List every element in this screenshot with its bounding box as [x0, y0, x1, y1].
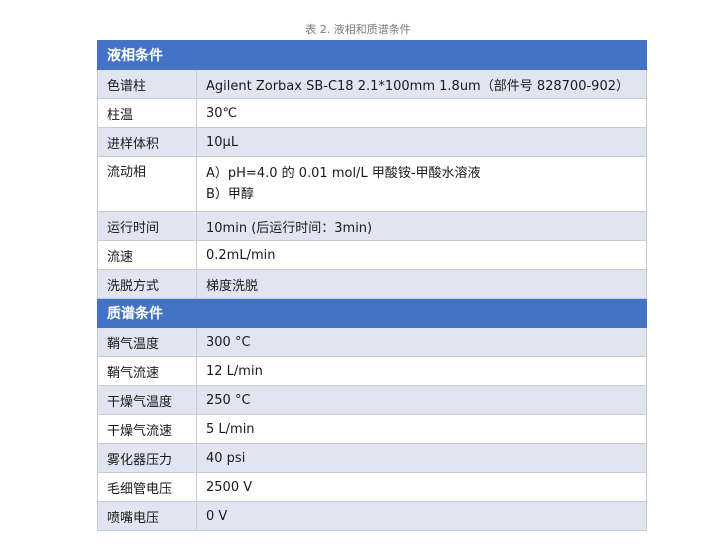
param-value: 0.2mL/min: [196, 240, 647, 270]
param-value: 0 V: [196, 501, 647, 531]
param-value: 250 °C: [196, 385, 647, 415]
section-label: 液相条件: [97, 40, 197, 70]
table-row: 干燥气温度 250 °C: [97, 385, 647, 415]
param-label: 流速: [97, 240, 197, 270]
table-row: 进样体积 10μL: [97, 127, 647, 157]
param-label: 运行时间: [97, 211, 197, 241]
table-row: 鞘气温度 300 °C: [97, 327, 647, 357]
section-label: 质谱条件: [97, 298, 197, 328]
param-value: 2500 V: [196, 472, 647, 502]
table-row: 流速 0.2mL/min: [97, 240, 647, 270]
param-value: 梯度洗脱: [196, 269, 647, 299]
conditions-table: 液相条件 色谱柱 Agilent Zorbax SB-C18 2.1*100mm…: [97, 40, 647, 531]
ms-section-header: 质谱条件: [97, 298, 647, 328]
param-value: 10min (后运行时间：3min): [196, 211, 647, 241]
param-label: 干燥气温度: [97, 385, 197, 415]
table-row: 柱温 30℃: [97, 98, 647, 128]
table-row: 色谱柱 Agilent Zorbax SB-C18 2.1*100mm 1.8u…: [97, 69, 647, 99]
param-label: 毛细管电压: [97, 472, 197, 502]
param-label: 柱温: [97, 98, 197, 128]
param-value: 10μL: [196, 127, 647, 157]
table-row: 流动相 A）pH=4.0 的 0.01 mol/L 甲酸铵-甲酸水溶液 B）甲醇: [97, 156, 647, 212]
param-value: 12 L/min: [196, 356, 647, 386]
section-value: [196, 40, 647, 70]
section-value: [196, 298, 647, 328]
param-label: 色谱柱: [97, 69, 197, 99]
param-value: A）pH=4.0 的 0.01 mol/L 甲酸铵-甲酸水溶液 B）甲醇: [196, 156, 647, 212]
table-row: 雾化器压力 40 psi: [97, 443, 647, 473]
mobile-phase-a: A）pH=4.0 的 0.01 mol/L 甲酸铵-甲酸水溶液: [206, 166, 481, 181]
param-value: Agilent Zorbax SB-C18 2.1*100mm 1.8um（部件…: [196, 69, 647, 99]
param-label: 喷嘴电压: [97, 501, 197, 531]
table-row: 运行时间 10min (后运行时间：3min): [97, 211, 647, 241]
param-value: 300 °C: [196, 327, 647, 357]
table-row: 干燥气流速 5 L/min: [97, 414, 647, 444]
param-label: 流动相: [97, 156, 197, 212]
table-row: 喷嘴电压 0 V: [97, 501, 647, 531]
mobile-phase-b: B）甲醇: [206, 187, 254, 202]
param-label: 鞘气流速: [97, 356, 197, 386]
param-value: 5 L/min: [196, 414, 647, 444]
param-label: 进样体积: [97, 127, 197, 157]
lc-section-header: 液相条件: [97, 40, 647, 70]
table-caption: 表 2. 液相和质谱条件: [305, 23, 411, 36]
table-row: 毛细管电压 2500 V: [97, 472, 647, 502]
param-label: 鞘气温度: [97, 327, 197, 357]
param-label: 洗脱方式: [97, 269, 197, 299]
table-row: 鞘气流速 12 L/min: [97, 356, 647, 386]
param-value: 30℃: [196, 98, 647, 128]
param-label: 雾化器压力: [97, 443, 197, 473]
param-value: 40 psi: [196, 443, 647, 473]
table-row: 洗脱方式 梯度洗脱: [97, 269, 647, 299]
param-label: 干燥气流速: [97, 414, 197, 444]
